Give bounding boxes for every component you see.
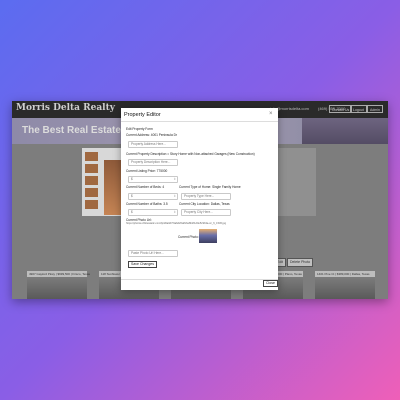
current-photo-url: https://photos.zillowstatic.com/fp/d6a0d… (126, 222, 227, 225)
close-icon[interactable]: × (269, 111, 273, 117)
current-baths-label: Current Number of Baths: 3.5 (126, 202, 168, 206)
gallery-thumb[interactable] (85, 164, 98, 173)
card-photo (27, 277, 87, 299)
current-photo-label: Current Photo: (178, 235, 199, 239)
price-input[interactable]: $ ⇕ (128, 176, 178, 183)
save-changes-button[interactable]: Save Changes (128, 261, 157, 268)
beds-input[interactable]: $ ⇕ (128, 193, 178, 200)
description-input[interactable]: Property Description Here... (128, 159, 178, 166)
spinner-icon: ⇕ (173, 177, 176, 181)
card-photo (315, 277, 375, 299)
skyline-image (302, 118, 388, 144)
logout-button[interactable]: Logout (350, 105, 367, 113)
site-brand[interactable]: Morris Delta Realty (16, 103, 115, 113)
gallery-thumb[interactable] (85, 176, 98, 185)
card-caption: 1401 Pine Ct | $389,000 | Dallas, Texas (317, 272, 370, 276)
footer-divider (121, 279, 278, 280)
baths-input[interactable]: $ ⇕ (128, 209, 178, 216)
property-editor-modal: Property Editor × Edit Property Form Cur… (121, 108, 278, 290)
current-photo-preview (199, 229, 217, 243)
price-value: $ (131, 177, 133, 181)
property-type-input[interactable]: Property Type Here... (181, 193, 231, 200)
card-caption: 4907 Gaylord Pkwy | $699,500 | Frisco, T… (29, 272, 91, 276)
gallery-thumb[interactable] (85, 188, 98, 197)
gallery-thumb[interactable] (85, 200, 98, 209)
header-divider (121, 121, 278, 122)
form-title: Edit Property Form (126, 127, 153, 131)
current-description-label: Current Property Description = Story Hom… (126, 152, 255, 156)
hero-headline: The Best Real Estate Ex (22, 125, 136, 136)
photo-url-input[interactable]: Paste Photo Url Here... (128, 250, 178, 257)
modal-title: Property Editor (124, 112, 161, 118)
listing-card[interactable]: 4907 Gaylord Pkwy | $699,500 | Frisco, T… (27, 271, 91, 299)
contact-us-button[interactable]: Contact Us (329, 105, 353, 113)
gallery-thumb[interactable] (85, 152, 98, 161)
delete-photo-button[interactable]: Delete Photo (287, 258, 314, 267)
listing-card[interactable]: 1401 Pine Ct | $389,000 | Dallas, Texas (315, 271, 375, 299)
spinner-icon: ⇕ (173, 194, 176, 198)
current-address-label: Current Address: 4001 Peninsula Dr (126, 133, 178, 137)
current-city-label: Current City Location: Dallas, Texas (179, 202, 230, 206)
current-price-label: Current Listing Price: 775000 (126, 169, 168, 173)
close-button[interactable]: Close (263, 280, 278, 287)
city-input[interactable]: Property City Here... (181, 209, 231, 216)
beds-value: $ (131, 194, 133, 198)
current-beds-label: Current Number of Beds: 4 (126, 185, 165, 189)
current-type-label: Current Type of Home: Single Family Home (179, 185, 241, 189)
address-input[interactable]: Property Address Here... (128, 141, 178, 148)
spinner-icon: ⇕ (173, 210, 176, 214)
baths-value: $ (131, 210, 133, 214)
admin-button[interactable]: Admin (367, 105, 383, 113)
